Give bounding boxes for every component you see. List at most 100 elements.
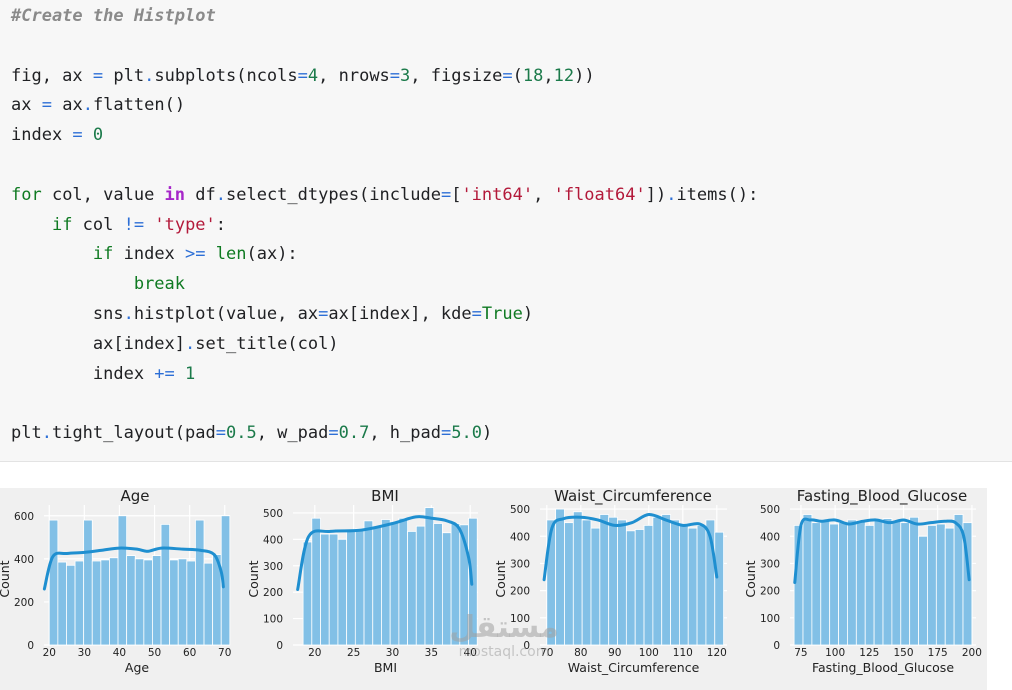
histogram-bar <box>643 524 654 646</box>
histogram-bar <box>864 524 875 646</box>
x-axis-label: Fasting_Blood_Glucose <box>812 660 954 675</box>
histogram-bar <box>909 516 919 646</box>
code-token: if <box>92 244 114 265</box>
histogram-bar <box>134 558 145 646</box>
y-tick-label: 300 <box>263 561 283 573</box>
code-token: fig, ax <box>11 65 93 86</box>
y-tick-label: 600 <box>14 511 34 523</box>
x-tick-label: 20 <box>43 647 56 659</box>
code-token: ) <box>481 423 493 444</box>
histogram-bar <box>398 517 408 646</box>
code-token: in <box>164 184 186 205</box>
histogram-bar <box>838 522 848 646</box>
code-token: df <box>185 184 216 205</box>
histogram-bar <box>687 527 698 646</box>
subplot-title: BMI <box>371 488 399 505</box>
histogram-bar <box>847 519 857 646</box>
code-token: ax[index] <box>11 333 185 354</box>
code-token: , <box>533 184 554 205</box>
code-token: break <box>133 274 186 295</box>
code-token: ax <box>51 95 83 116</box>
code-token: 4 <box>307 65 319 86</box>
y-tick-label: 500 <box>263 508 283 520</box>
histogram-bar <box>152 555 162 646</box>
code-token: if <box>51 214 73 235</box>
y-tick-label: 300 <box>510 558 530 570</box>
y-tick-label: 400 <box>14 554 34 566</box>
code-line: if index >= len(ax): <box>11 240 758 270</box>
code-token: ]) <box>645 184 667 205</box>
code-token: set_title(col) <box>195 333 339 354</box>
code-token: = <box>440 423 452 444</box>
subplot-fasting-blood-glucose: Fasting_Blood_Glucose 75 100 125 150 175 200 0 1… <box>743 488 982 675</box>
histogram-bar <box>634 529 645 646</box>
x-tick-label: 125 <box>859 647 879 659</box>
histogram-bar <box>714 531 725 646</box>
code-token: = <box>318 303 329 324</box>
code-token: , nrows <box>318 65 390 86</box>
x-tick-label: 100 <box>825 647 845 659</box>
code-token: . <box>82 95 93 116</box>
histogram-bar <box>590 527 601 646</box>
y-tick-label: 300 <box>760 558 780 570</box>
histogram-bar <box>100 559 110 646</box>
y-tick-label: 400 <box>263 534 283 546</box>
code-line: sns.histplot(value, ax=ax[index], kde=Tr… <box>11 300 758 330</box>
code-token: : <box>215 214 227 235</box>
x-tick-label: 35 <box>425 647 438 659</box>
mostaql-logo: مستقل <box>449 610 560 645</box>
y-tick-label: 200 <box>14 597 34 609</box>
histogram-bar <box>57 561 67 646</box>
code-line: if col != 'type': <box>11 211 758 241</box>
histogram-bar <box>679 524 689 646</box>
code-token: #Create the Histplot <box>11 6 216 26</box>
y-axis-label: Count <box>246 560 261 597</box>
histogram-bar <box>195 519 205 646</box>
code-token: ) <box>522 303 534 324</box>
code-editor[interactable]: #Create the Histplot fig, ax = plt.subpl… <box>11 2 758 449</box>
x-axis-label: BMI <box>374 660 397 675</box>
histogram-bar <box>328 533 339 646</box>
code-token: = <box>471 303 482 324</box>
y-tick-label: 100 <box>263 614 283 626</box>
code-token: 'type' <box>154 214 216 235</box>
code-token: , figsize <box>410 65 503 86</box>
histogram-bar <box>608 516 618 646</box>
y-axis-label: Count <box>0 560 12 597</box>
histogram-bar <box>802 514 813 646</box>
histogram-bar <box>48 519 59 646</box>
histogram-bar <box>169 559 179 646</box>
histogram-bar <box>337 538 348 646</box>
code-token: ax <box>11 95 42 116</box>
histogram-bar <box>203 562 214 646</box>
histogram-bar <box>572 511 583 646</box>
x-tick-label: 30 <box>78 647 91 659</box>
code-token: . <box>666 184 677 205</box>
x-tick-label: 70 <box>218 647 231 659</box>
code-token: col <box>72 214 124 235</box>
code-line: ax[index].set_title(col) <box>11 330 758 360</box>
histogram-bar <box>873 519 884 646</box>
histogram-bar <box>143 559 153 646</box>
code-token: 1 <box>185 363 196 384</box>
x-tick-label: 75 <box>794 647 807 659</box>
code-token: = <box>502 65 513 86</box>
code-cell[interactable]: #Create the Histplot fig, ax = plt.subpl… <box>0 0 1012 462</box>
code-token: = <box>41 95 52 116</box>
subplot-title: Waist_Circumference <box>554 488 712 506</box>
y-tick-label: 0 <box>773 640 780 652</box>
code-token: ( <box>512 65 523 86</box>
code-line: index += 1 <box>11 360 758 390</box>
code-line: for col, value in df.select_dtypes(inclu… <box>11 181 758 211</box>
histogram-bar <box>354 528 365 646</box>
code-token: 3 <box>400 65 411 86</box>
x-axis-label: Age <box>125 660 149 675</box>
code-token: for <box>11 184 42 205</box>
code-token: select_dtypes(include <box>226 184 441 205</box>
